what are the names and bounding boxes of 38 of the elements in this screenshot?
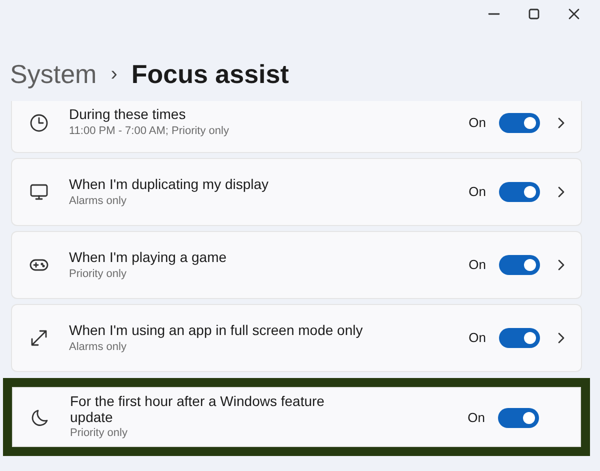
setting-title: During these times bbox=[69, 105, 187, 123]
page-title: Focus assist bbox=[131, 58, 289, 90]
toggle-switch[interactable] bbox=[499, 182, 540, 202]
setting-description: 11:00 PM - 7:00 AM; Priority only bbox=[69, 124, 230, 139]
clock-icon bbox=[29, 112, 49, 132]
setting-description: Priority only bbox=[69, 266, 128, 282]
toggle-switch[interactable] bbox=[499, 112, 540, 132]
chevron-icon bbox=[557, 116, 565, 128]
monitor-icon bbox=[29, 182, 49, 202]
toggle-state-label: On bbox=[468, 183, 486, 202]
expand-icon bbox=[29, 328, 49, 348]
setting-card[interactable]: When I'm playing a game Priority only On bbox=[11, 231, 582, 299]
setting-title: When I'm playing a game bbox=[69, 248, 228, 266]
setting-title: For the first hour after a Windows feature update bbox=[70, 393, 326, 425]
toggle-switch[interactable] bbox=[498, 408, 539, 428]
chevron-icon bbox=[557, 186, 565, 198]
setting-card[interactable]: When I'm duplicating my display Alarms only On bbox=[11, 158, 582, 226]
setting-card[interactable]: For the first hour after a Windows feature update Priority only On bbox=[12, 387, 581, 447]
breadcrumb-separator: › bbox=[110, 62, 118, 87]
toggle-state-label: On bbox=[468, 114, 486, 132]
maximize-icon bbox=[528, 8, 540, 20]
setting-description: Priority only bbox=[70, 426, 128, 441]
toggle-switch[interactable] bbox=[499, 328, 540, 348]
toggle-state-label: On bbox=[468, 408, 485, 427]
toggle-state-label: On bbox=[468, 329, 486, 348]
toggle-switch[interactable] bbox=[499, 255, 540, 275]
setting-description: Alarms only bbox=[69, 194, 128, 208]
setting-description: Alarms only bbox=[69, 340, 128, 354]
breadcrumb-link[interactable]: System bbox=[10, 54, 97, 94]
toggle-state-label: On bbox=[468, 256, 486, 274]
chevron-icon bbox=[557, 259, 565, 271]
close-icon bbox=[568, 8, 580, 20]
setting-card[interactable]: When I'm using an app in full screen mode only Alarms only On bbox=[11, 304, 582, 372]
setting-title: When I'm duplicating my display bbox=[69, 174, 270, 192]
chevron-icon bbox=[557, 332, 565, 344]
setting-title: When I'm using an app in full screen mode only bbox=[69, 320, 364, 338]
moon-icon bbox=[30, 408, 50, 428]
setting-card[interactable]: During these times 11:00 PM - 7:00 AM; Priority only On bbox=[11, 101, 582, 153]
